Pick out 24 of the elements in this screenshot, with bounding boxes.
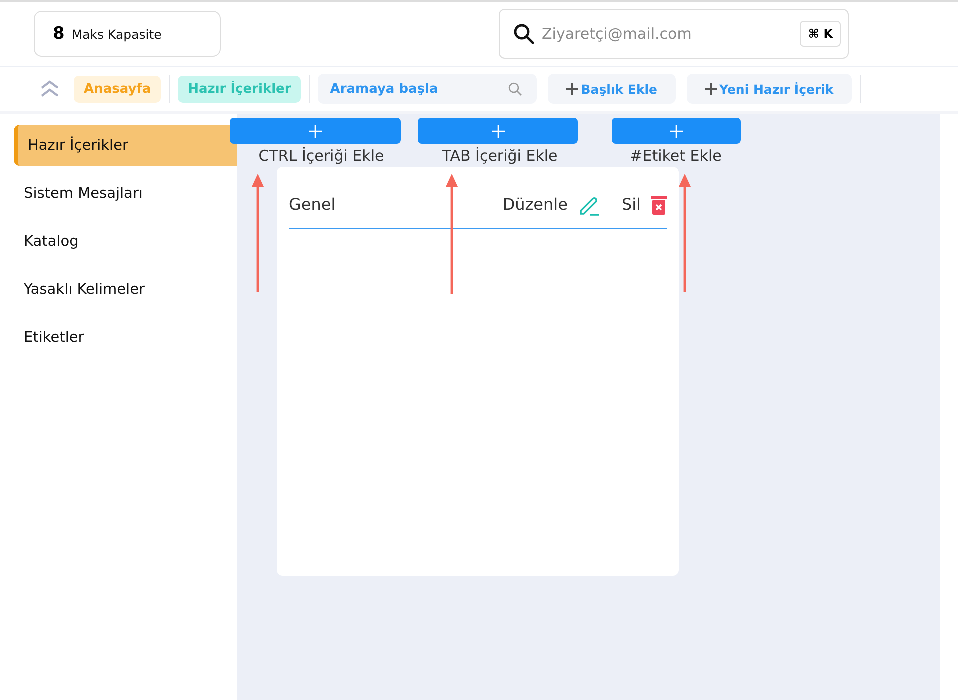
sidebar-item[interactable]: Yasaklı Kelimeler xyxy=(14,269,237,310)
collapse-icon[interactable] xyxy=(40,80,60,98)
plus-icon xyxy=(704,83,717,95)
sidebar-item[interactable]: Etiketler xyxy=(14,317,237,358)
capacity-value: 8 xyxy=(53,24,65,44)
button-caption: CTRL İçeriği Ekle xyxy=(258,147,384,165)
button-caption: TAB İçeriği Ekle xyxy=(442,147,558,165)
item-title: Genel xyxy=(289,195,337,214)
sidebar-item[interactable]: Katalog xyxy=(14,221,237,262)
delete-link[interactable]: Sil xyxy=(622,195,641,214)
search-field[interactable]: Aramaya başla xyxy=(318,74,538,104)
add-button[interactable] xyxy=(612,118,740,144)
plus-icon xyxy=(492,124,504,138)
shortcut-key: ⌘ K xyxy=(800,21,841,47)
sidebar-item[interactable]: Sistem Mesajları xyxy=(14,173,237,214)
plus-icon xyxy=(309,124,322,138)
sidebar-item[interactable]: Hazır İçerikler xyxy=(14,125,237,166)
search-icon xyxy=(508,82,524,97)
plus-icon xyxy=(670,124,682,138)
plus-icon xyxy=(566,83,578,95)
capacity-label: Maks Kapasite xyxy=(72,26,162,42)
button-caption: #Etiket Ekle xyxy=(630,147,722,165)
edit-link[interactable]: Düzenle xyxy=(502,195,568,214)
trash-icon[interactable] xyxy=(651,194,667,214)
